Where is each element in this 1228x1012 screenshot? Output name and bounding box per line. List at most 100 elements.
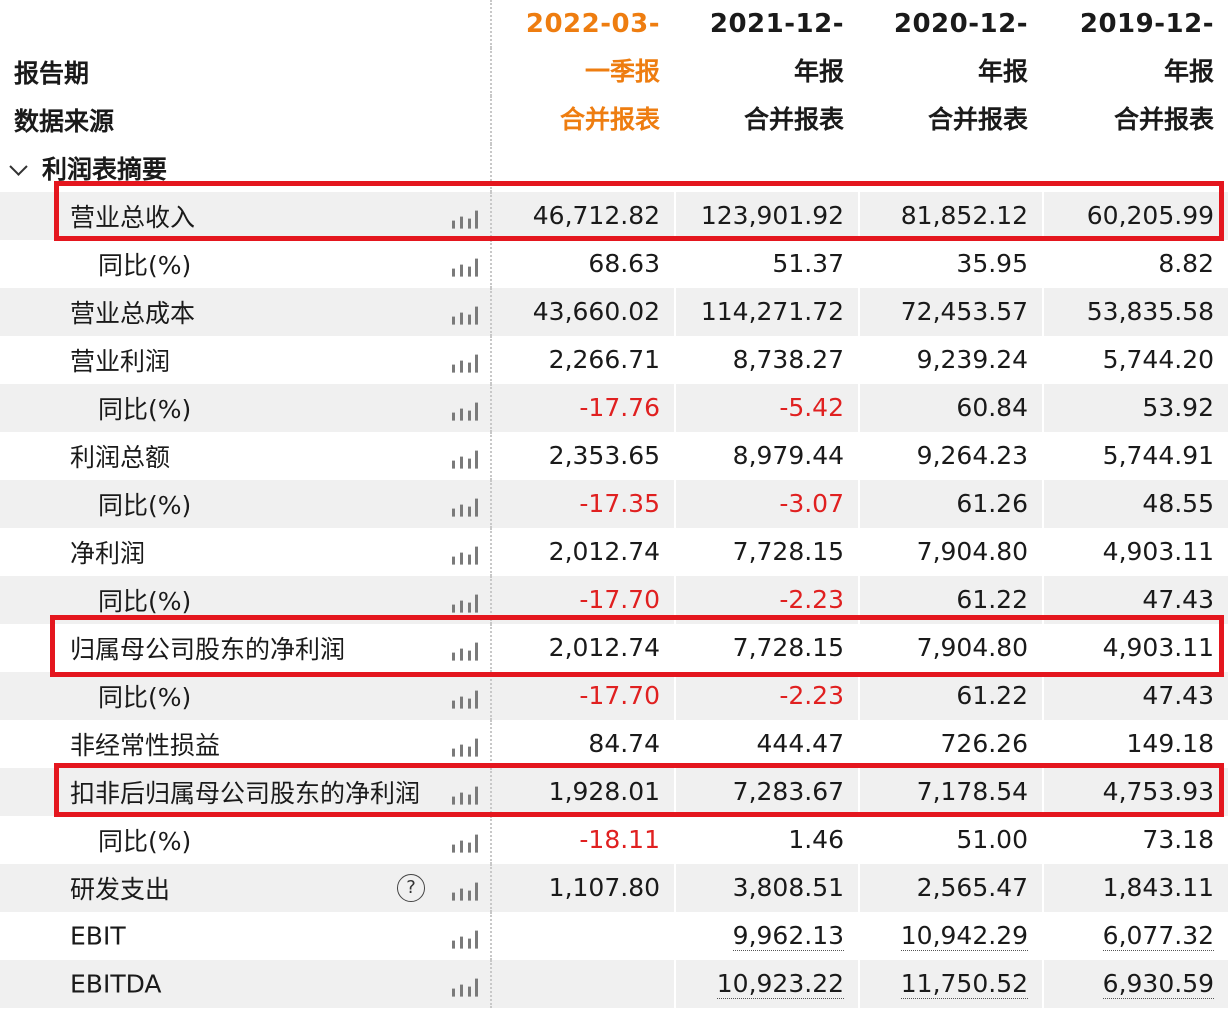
header-label-cell: 数据来源 <box>0 96 492 144</box>
row-label: EBIT <box>70 921 126 951</box>
date-col-2[interactable]: 2021-12-31 <box>676 0 860 87</box>
bar-chart-icon[interactable] <box>452 498 478 517</box>
header-label-cell <box>0 0 492 48</box>
section-empty-cell <box>676 144 860 192</box>
table-row[interactable]: 营业总收入 46,712.82 123,901.92 81,852.12 60,205.… <box>0 192 1228 240</box>
row-value: 53.92 <box>1142 393 1214 422</box>
row-value: 68.63 <box>492 240 676 288</box>
row-value <box>492 912 676 960</box>
row-value-text[interactable]: 10,942.29 <box>900 921 1028 951</box>
bar-chart-icon[interactable] <box>452 882 478 901</box>
income-statement-table: 2022-03-31 2021-12-31 2020-12-31 2019-12… <box>0 0 1228 1008</box>
row-value: 7,904.80 <box>860 624 1044 672</box>
table-row[interactable]: 同比(%) -18.11 1.46 51.00 73.18 <box>0 816 1228 864</box>
row-value-text[interactable]: 10,923.22 <box>716 969 844 999</box>
row-value: 8,738.27 <box>676 336 860 384</box>
row-value: 10,923.22 <box>676 960 860 1008</box>
bar-chart-icon[interactable] <box>452 354 478 373</box>
bar-chart-icon[interactable] <box>452 258 478 277</box>
section-label-cell[interactable]: 利润表摘要 <box>0 144 492 192</box>
row-value-text[interactable]: 11,750.52 <box>900 969 1028 999</box>
section-empty-cell <box>1044 144 1228 192</box>
row-label: 营业总成本 <box>70 299 196 328</box>
row-value: 5,744.91 <box>1102 441 1214 470</box>
bar-chart-icon[interactable] <box>452 978 478 997</box>
row-value: -17.76 <box>492 384 676 432</box>
table-row[interactable]: EBIT 9,962.13 10,942.29 6,077.32 <box>0 912 1228 960</box>
table-row[interactable]: 同比(%) 68.63 51.37 35.95 8.82 <box>0 240 1228 288</box>
row-label: 同比(%) <box>98 827 192 856</box>
row-value-text[interactable]: 6,077.32 <box>1102 921 1214 951</box>
row-value: 114,271.72 <box>676 288 860 336</box>
bar-chart-icon[interactable] <box>452 834 478 853</box>
row-label: 同比(%) <box>98 251 192 280</box>
row-value: 81,852.12 <box>860 192 1044 240</box>
date-col-4[interactable]: 2019-12-31 <box>1044 0 1228 87</box>
row-value: 2,353.65 <box>492 432 676 480</box>
table-row[interactable]: 扣非后归属母公司股东的净利润 1,928.01 7,283.67 7,178.54 4,… <box>0 768 1228 816</box>
row-value: 6,077.32 <box>1044 912 1228 960</box>
row-value: 61.22 <box>860 672 1044 720</box>
section-header-row[interactable]: 利润表摘要 <box>0 144 1228 192</box>
row-value: -18.11 <box>492 816 676 864</box>
row-label-cell: 同比(%) <box>0 240 492 288</box>
period-col-3: 年报 <box>860 48 1044 96</box>
row-label: 同比(%) <box>98 683 192 712</box>
row-value: 47.43 <box>1142 681 1214 710</box>
table-row[interactable]: 营业总成本 43,660.02 114,271.72 72,453.57 53,835.… <box>0 288 1228 336</box>
row-value <box>492 960 676 1008</box>
bar-chart-icon[interactable] <box>452 594 478 613</box>
row-value-text[interactable]: 6,930.59 <box>1102 969 1214 999</box>
row-value: 61.22 <box>860 576 1044 624</box>
bar-chart-icon[interactable] <box>452 786 478 805</box>
row-label-cell: 营业总成本 <box>0 288 492 336</box>
table-row[interactable]: 同比(%) -17.70 -2.23 61.22 47.43 <box>0 672 1228 720</box>
section-empty-cell <box>492 144 676 192</box>
bar-chart-icon[interactable] <box>452 642 478 661</box>
row-value: 53,835.58 <box>1086 297 1214 326</box>
table-row[interactable]: 归属母公司股东的净利润 2,012.74 7,728.15 7,904.80 4,903… <box>0 624 1228 672</box>
bar-chart-icon[interactable] <box>452 306 478 325</box>
row-label-cell: EBIT <box>0 912 492 960</box>
help-icon[interactable]: ? <box>397 874 425 902</box>
table-row[interactable]: 同比(%) -17.35 -3.07 61.26 48.55 <box>0 480 1228 528</box>
bar-chart-icon[interactable] <box>452 546 478 565</box>
row-label-cell: 归属母公司股东的净利润 <box>0 624 492 672</box>
row-value: 84.74 <box>492 720 676 768</box>
chevron-down-icon[interactable] <box>9 157 28 176</box>
row-value: 2,565.47 <box>860 864 1044 912</box>
bar-chart-icon[interactable] <box>452 690 478 709</box>
table-row[interactable]: 利润总额 2,353.65 8,979.44 9,264.23 5,744.91 <box>0 432 1228 480</box>
row-value: 149.18 <box>1126 729 1214 758</box>
header-period-row: 报告期 一季报 年报 年报 年报 <box>0 48 1228 96</box>
table-row[interactable]: EBITDA 10,923.22 11,750.52 6,930.59 <box>0 960 1228 1008</box>
row-value: -2.23 <box>676 576 860 624</box>
row-value: 7,728.15 <box>676 624 860 672</box>
row-label: 归属母公司股东的净利润 <box>70 635 346 664</box>
bar-chart-icon[interactable] <box>452 450 478 469</box>
data-rows: 营业总收入 46,712.82 123,901.92 81,852.12 60,205.… <box>0 192 1228 1008</box>
row-value: 2,012.74 <box>492 528 676 576</box>
row-value: 1,843.11 <box>1102 873 1214 902</box>
row-value: 48.55 <box>1142 489 1214 518</box>
bar-chart-icon[interactable] <box>452 930 478 949</box>
table-row[interactable]: 营业利润 2,266.71 8,738.27 9,239.24 5,744.20 <box>0 336 1228 384</box>
table-row[interactable]: 研发支出? 1,107.80 3,808.51 2,565.47 1,843.11 <box>0 864 1228 912</box>
section-title[interactable]: 利润表摘要 <box>42 150 167 186</box>
row-value: 7,178.54 <box>860 768 1044 816</box>
row-value: 4,753.93 <box>1102 777 1214 806</box>
table-row[interactable]: 净利润 2,012.74 7,728.15 7,904.80 4,903.11 <box>0 528 1228 576</box>
table-row[interactable]: 同比(%) -17.70 -2.23 61.22 47.43 <box>0 576 1228 624</box>
bar-chart-icon[interactable] <box>452 210 478 229</box>
header-label-cell: 报告期 <box>0 48 492 96</box>
row-label: 研发支出 <box>70 875 171 904</box>
bar-chart-icon[interactable] <box>452 402 478 421</box>
row-value: 47.43 <box>1142 585 1214 614</box>
table-row[interactable]: 同比(%) -17.76 -5.42 60.84 53.92 <box>0 384 1228 432</box>
date-col-3[interactable]: 2020-12-31 <box>860 0 1044 87</box>
date-col-1[interactable]: 2022-03-31 <box>492 0 676 87</box>
row-value-text[interactable]: 9,962.13 <box>732 921 844 951</box>
table-row[interactable]: 非经常性损益 84.74 444.47 726.26 149.18 <box>0 720 1228 768</box>
bar-chart-icon[interactable] <box>452 738 478 757</box>
row-value: 60.84 <box>860 384 1044 432</box>
